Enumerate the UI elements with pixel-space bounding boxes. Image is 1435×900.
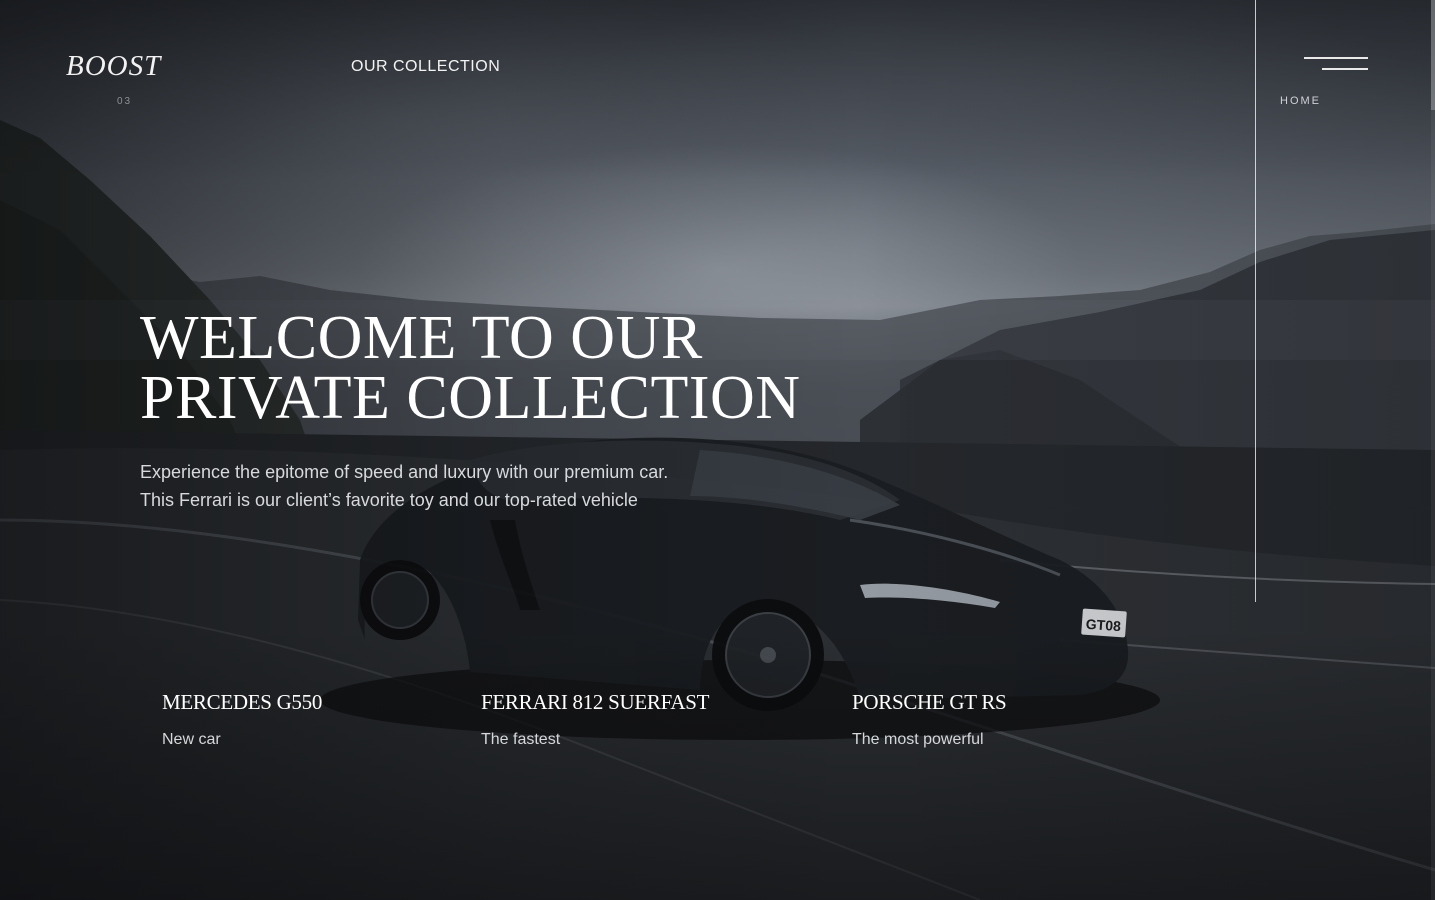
car-name: MERCEDES G550	[162, 690, 323, 714]
car-card-ferrari[interactable]: FERRARI 812 SUERFAST The fastest	[481, 690, 709, 749]
hero-title-line-2: PRIVATE COLLECTION	[140, 364, 801, 432]
car-tagline: New car	[162, 731, 221, 748]
hero-description: Experience the epitome of speed and luxu…	[140, 458, 780, 514]
vertical-divider	[1255, 0, 1256, 602]
hero-title-line-1: WELCOME TO OUR	[140, 304, 703, 372]
hero-description-line-1: Experience the epitome of speed and luxu…	[140, 462, 669, 482]
menu-bar-bottom	[1322, 68, 1368, 70]
nav-our-collection-link[interactable]: OUR COLLECTION	[351, 58, 500, 76]
car-tagline: The fastest	[481, 731, 561, 748]
car-card-mercedes[interactable]: MERCEDES G550 New car	[162, 690, 322, 749]
car-name: FERRARI 812 SUERFAST	[481, 690, 710, 714]
hero-title: WELCOME TO OUR PRIVATE COLLECTION	[140, 304, 900, 432]
menu-bar-top	[1304, 57, 1368, 59]
hamburger-icon[interactable]	[1300, 52, 1372, 78]
nav-home-link[interactable]: HOME	[1280, 95, 1321, 107]
brand-logo[interactable]: BOOST	[66, 50, 161, 83]
slide-index: 03	[117, 96, 133, 107]
car-tagline: The most powerful	[852, 731, 984, 748]
scrollbar-thumb[interactable]	[1431, 0, 1435, 110]
car-name: PORSCHE GT RS	[852, 690, 1007, 714]
car-card-porsche[interactable]: PORSCHE GT RS The most powerful	[852, 690, 1007, 749]
background-scene: GT08	[0, 120, 1435, 900]
license-plate-text: GT08	[1085, 616, 1121, 634]
scrollbar-track[interactable]	[1431, 0, 1435, 900]
hero-description-line-2: This Ferrari is our client’s favorite to…	[140, 490, 638, 510]
page: GT08 BOOST 03 OUR COLLECTION HOME WELCOM…	[0, 0, 1435, 900]
